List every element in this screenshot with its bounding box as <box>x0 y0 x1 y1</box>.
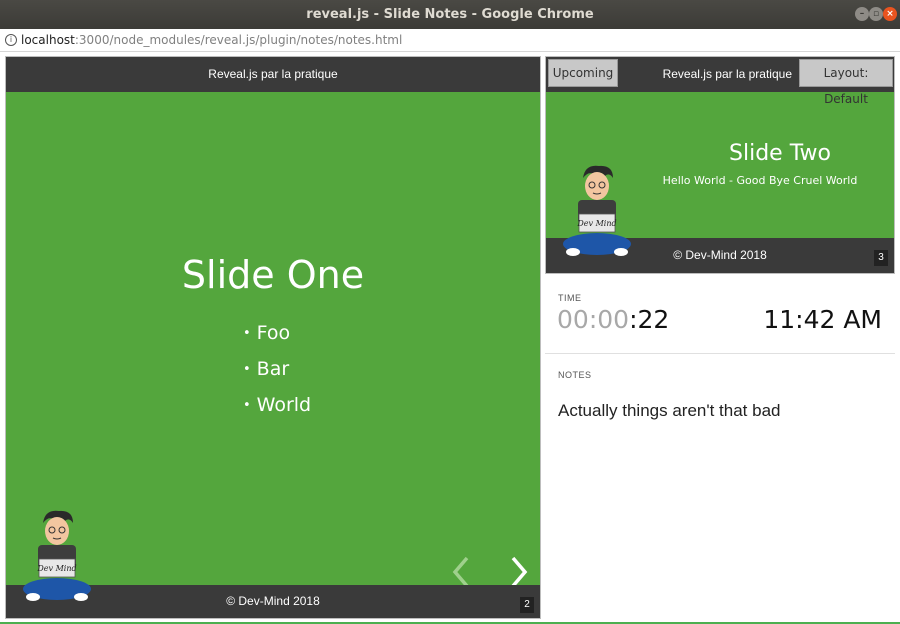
bullet-dot: • <box>243 326 251 341</box>
bullet-list: • Foo • Bar • World <box>243 315 311 423</box>
chevron-right-icon[interactable] <box>508 555 530 589</box>
mascot-label: Dev Mind <box>36 564 76 573</box>
notes-label: NOTES <box>558 370 592 380</box>
window-title: reveal.js - Slide Notes - Google Chrome <box>306 7 594 22</box>
list-item: • Foo <box>243 315 311 351</box>
timer-separator: : <box>588 305 598 334</box>
dev-mind-mascot: Dev Mind <box>23 510 91 601</box>
url-host: localhost <box>21 33 75 47</box>
elapsed-timer[interactable]: 00:00:22 <box>557 305 669 334</box>
slide-title: Slide One <box>181 253 365 297</box>
timer-hours: 00 <box>557 305 589 334</box>
close-button[interactable]: × <box>883 7 897 21</box>
layout-button[interactable]: Layout: Default <box>799 59 893 106</box>
speaker-notes-view: Reveal.js par la pratique Slide One • Foo… <box>0 52 900 624</box>
slide-number-badge: 2 <box>520 597 534 613</box>
upcoming-slide-title: Slide Two <box>729 141 831 166</box>
url-path: :3000/node_modules/reveal.js/plugin/note… <box>74 33 403 47</box>
window-titlebar: reveal.js - Slide Notes - Google Chrome … <box>0 0 900 29</box>
list-item: • Bar <box>243 351 311 387</box>
mascot-label: Dev Mind <box>576 219 616 228</box>
bullet-text: World <box>256 394 312 416</box>
dev-mind-mascot: Dev Mind <box>563 165 631 256</box>
minimize-button[interactable]: – <box>855 7 869 21</box>
timer-minutes: 00 <box>597 305 630 334</box>
upcoming-slide-number-badge: 3 <box>874 250 888 266</box>
upcoming-button[interactable]: Upcoming <box>548 59 618 87</box>
slide-header: Reveal.js par la pratique <box>6 57 540 92</box>
maximize-button[interactable]: ▫ <box>869 7 883 21</box>
info-icon[interactable]: i <box>5 34 17 46</box>
list-item: • World <box>243 387 311 423</box>
speaker-notes: Actually things aren't that bad <box>558 401 781 420</box>
current-slide: Reveal.js par la pratique Slide One • Foo… <box>5 56 541 619</box>
bullet-text: Foo <box>256 322 291 344</box>
url-text[interactable]: localhost:3000/node_modules/reveal.js/pl… <box>21 29 402 51</box>
bullet-text: Bar <box>256 358 290 380</box>
bullet-dot: • <box>243 362 251 377</box>
upcoming-slide-subtitle: Hello World - Good Bye Cruel World <box>662 174 858 187</box>
bullet-dot: • <box>243 398 251 413</box>
address-bar[interactable]: i localhost:3000/node_modules/reveal.js/… <box>0 29 900 52</box>
timer-seconds: 22 <box>637 305 670 334</box>
divider <box>545 353 895 354</box>
timer-label: TIME <box>558 293 582 303</box>
timer-separator: : <box>629 305 638 334</box>
chevron-left-icon[interactable] <box>450 555 472 589</box>
upcoming-slide: Reveal.js par la pratique Upcoming Layou… <box>545 56 895 274</box>
clock-time: 11:42 AM <box>763 305 882 334</box>
